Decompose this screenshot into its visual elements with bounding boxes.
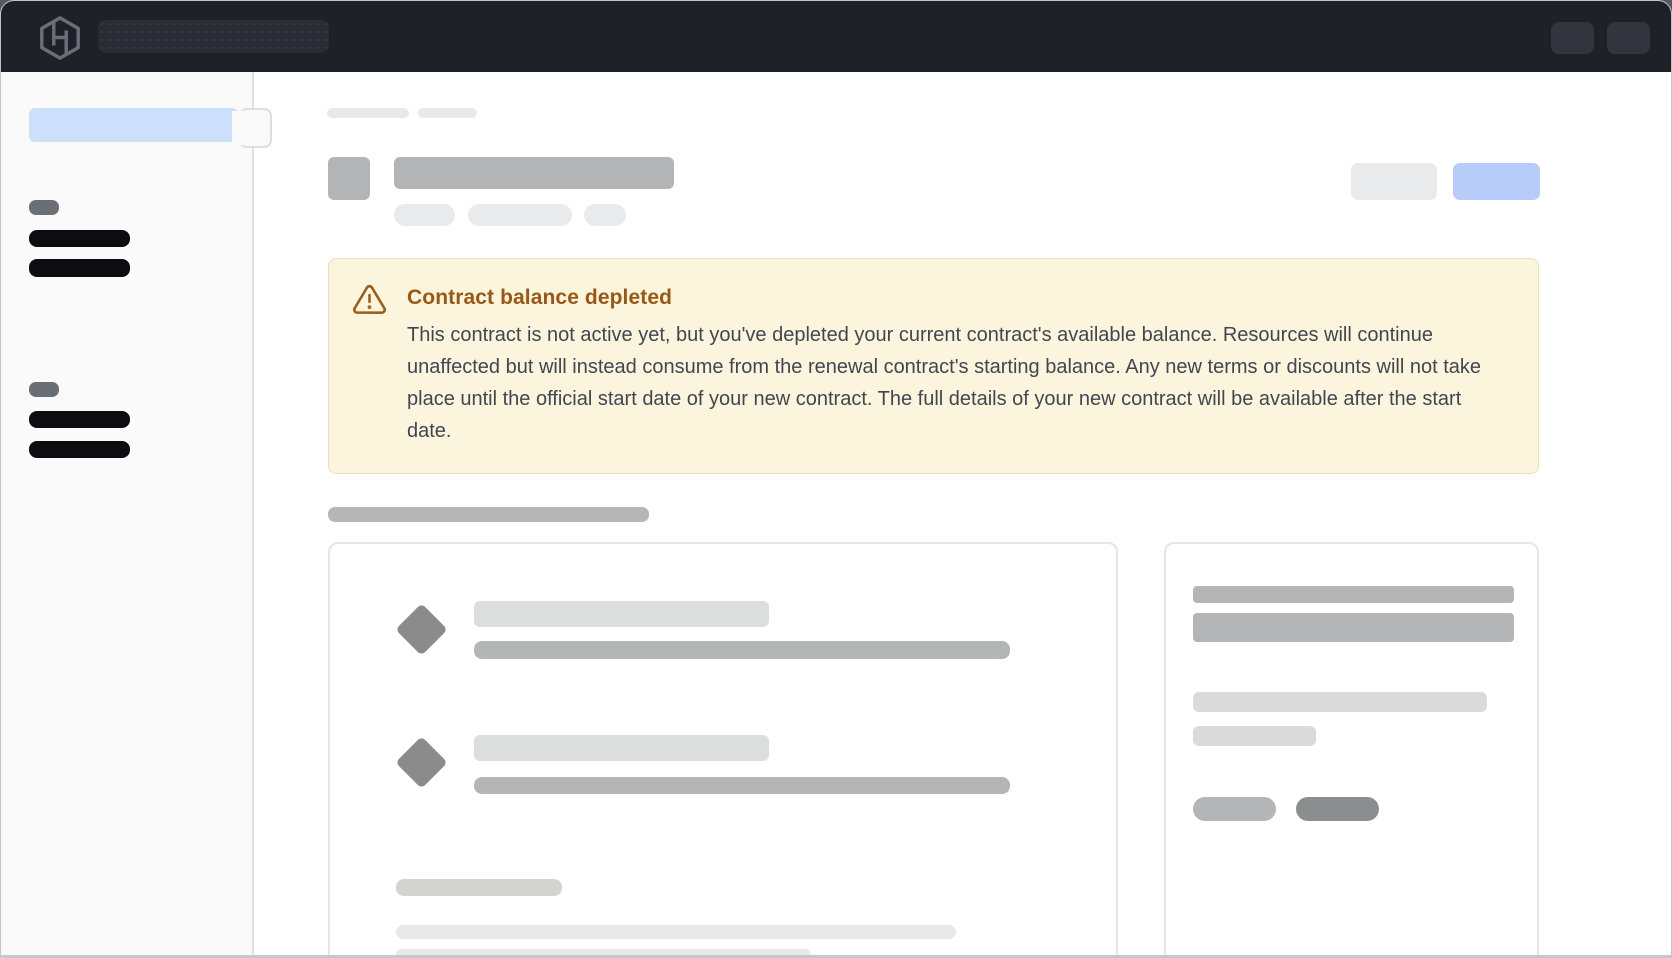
warning-alert-banner: Contract balance depleted This contract …: [328, 258, 1539, 474]
breadcrumb-skeleton: [327, 108, 409, 118]
sidebar-section-label-skeleton: [29, 382, 59, 397]
top-navbar: [1, 1, 1671, 72]
section-heading-skeleton: [328, 507, 649, 522]
summary-title-skeleton: [1193, 586, 1514, 603]
page-meta-badge-skeleton: [394, 204, 455, 226]
alert-body-text: This contract is not active yet, but you…: [407, 319, 1502, 447]
sidebar-item-skeleton[interactable]: [29, 259, 130, 277]
diamond-status-icon: [395, 603, 447, 655]
summary-card: [1164, 542, 1539, 955]
search-input-skeleton[interactable]: [98, 20, 329, 53]
list-item-subtitle-skeleton: [474, 641, 1010, 659]
summary-text-skeleton: [1193, 692, 1487, 712]
card-footer-label-skeleton: [396, 879, 562, 896]
sidebar-section-label-skeleton: [29, 200, 59, 215]
sidebar-collapse-handle-patch: [232, 111, 246, 145]
sidebar-item-skeleton[interactable]: [29, 230, 130, 247]
sidebar-item-skeleton[interactable]: [29, 441, 130, 458]
page-icon-skeleton: [328, 157, 370, 200]
hashicorp-logo-icon: [38, 15, 82, 61]
summary-title-skeleton: [1193, 613, 1514, 642]
card-footer-line-skeleton: [396, 949, 811, 955]
warning-triangle-icon: [351, 282, 388, 317]
alert-title: Contract balance depleted: [407, 286, 672, 310]
sidebar: [1, 72, 254, 955]
diamond-status-icon: [395, 736, 447, 788]
breadcrumb-skeleton: [418, 108, 477, 118]
sidebar-selected-item-skeleton[interactable]: [29, 108, 238, 142]
app-window: Contract balance depleted This contract …: [0, 0, 1672, 955]
page-title-skeleton: [394, 157, 674, 189]
summary-button-skeleton[interactable]: [1296, 797, 1379, 821]
summary-text-skeleton: [1193, 726, 1316, 746]
list-item-title-skeleton: [474, 735, 769, 761]
navbar-menu-skeleton[interactable]: [1607, 22, 1650, 54]
page-meta-badge-skeleton: [468, 204, 572, 226]
list-item-title-skeleton: [474, 601, 769, 627]
navbar-action-skeleton[interactable]: [1551, 22, 1594, 54]
sidebar-item-skeleton[interactable]: [29, 411, 130, 428]
card-footer-line-skeleton: [396, 925, 956, 939]
summary-tag-skeleton: [1193, 797, 1276, 821]
secondary-button-skeleton[interactable]: [1351, 163, 1437, 200]
list-item-subtitle-skeleton: [474, 777, 1010, 794]
content-card: [328, 542, 1118, 955]
primary-button-skeleton[interactable]: [1453, 163, 1540, 200]
page-meta-badge-skeleton: [584, 204, 626, 226]
